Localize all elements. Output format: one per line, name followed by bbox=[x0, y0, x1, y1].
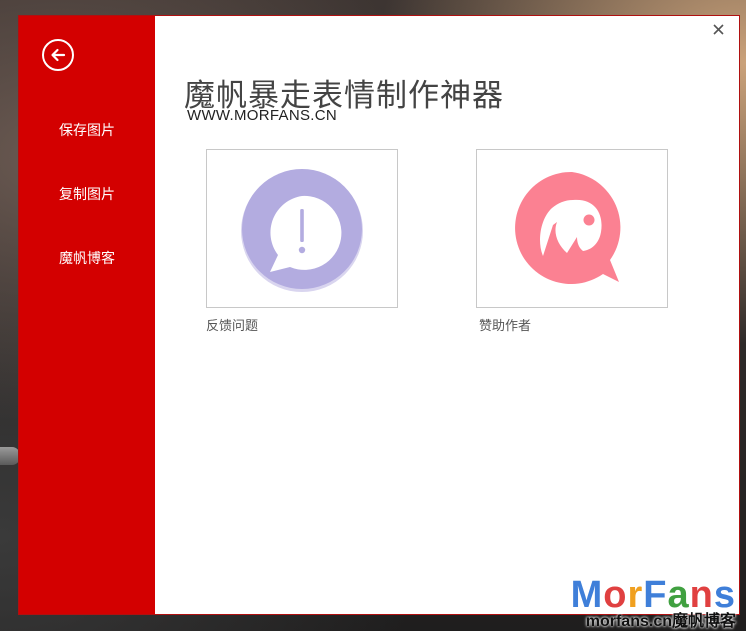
feedback-label: 反馈问题 bbox=[206, 319, 259, 334]
sidebar: 保存图片 复制图片 魔帆博客 bbox=[19, 16, 155, 614]
sidebar-item-save-image[interactable]: 保存图片 bbox=[19, 120, 155, 140]
sponsor-label: 赞助作者 bbox=[479, 319, 532, 334]
watermark-caption: morfans.cn魔帆博客 bbox=[585, 613, 736, 630]
app-window: 保存图片 复制图片 魔帆博客 魔帆暴走表情制作神器 WWW.MORFANS.CN… bbox=[18, 15, 740, 615]
watermark: MorFans morfans.cn魔帆博客 bbox=[550, 573, 740, 631]
sponsor-tile[interactable] bbox=[476, 149, 668, 308]
back-button[interactable] bbox=[42, 39, 74, 71]
close-icon bbox=[712, 23, 724, 35]
pink-speech-bubble-icon bbox=[515, 171, 621, 284]
site-url: WWW.MORFANS.CN bbox=[187, 107, 338, 124]
exclamation-speech-bubble-icon bbox=[241, 168, 363, 292]
sidebar-item-blog[interactable]: 魔帆博客 bbox=[19, 248, 155, 268]
arrow-left-icon bbox=[51, 48, 66, 62]
background-wallpaper-detail bbox=[0, 447, 20, 465]
sidebar-item-copy-image[interactable]: 复制图片 bbox=[19, 184, 155, 204]
close-button[interactable] bbox=[711, 22, 725, 36]
feedback-tile[interactable] bbox=[206, 149, 398, 308]
